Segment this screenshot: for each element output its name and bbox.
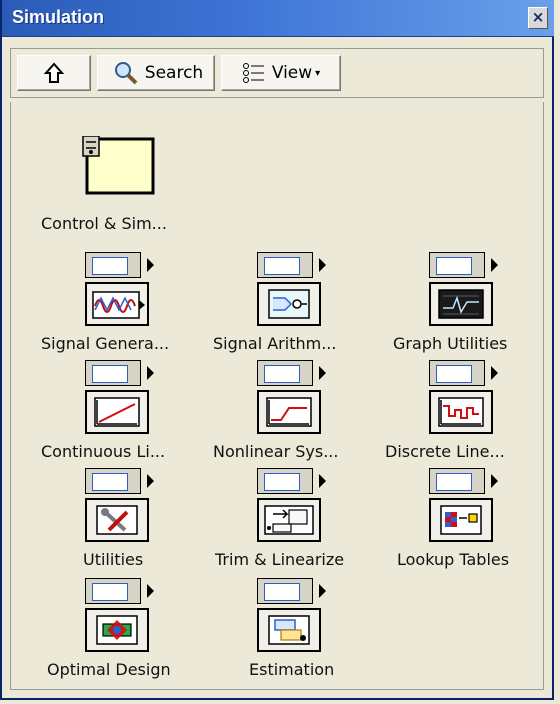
- subpalette-folder-icon: [257, 360, 326, 386]
- title-bar[interactable]: Simulation ×: [2, 0, 554, 37]
- view-menu-button[interactable]: View ▾: [221, 55, 341, 91]
- subpalette-folder-icon: [85, 252, 154, 278]
- trim-linearize-icon: [264, 505, 314, 535]
- chevron-down-icon: ▾: [315, 67, 321, 79]
- subpalette-folder-icon: [85, 360, 154, 386]
- subpalette-folder-icon: [85, 468, 154, 494]
- discrete-linear-icon: [438, 397, 484, 427]
- palette-item-label: Nonlinear Sys...: [213, 442, 339, 461]
- lookup-tables-icon: [440, 505, 482, 535]
- palette-item-label: Estimation: [249, 660, 335, 679]
- search-button[interactable]: Search: [97, 55, 215, 91]
- palette-item-label: Continuous Li...: [41, 442, 166, 461]
- palette-canvas: Control & Sim... Signal Genera... Signal…: [10, 102, 544, 690]
- signal-generation-icon: [92, 291, 145, 319]
- simulation-palette-window: Simulation × Search View ▾ Control & Sim…: [0, 0, 554, 700]
- subpalette-folder-icon: [429, 360, 498, 386]
- palette-item-label: Optimal Design: [47, 660, 171, 679]
- search-label: Search: [144, 63, 204, 83]
- subpalette-folder-icon: [429, 468, 498, 494]
- up-arrow-icon: [43, 62, 65, 83]
- window-title: Simulation: [12, 7, 105, 27]
- view-label: View: [271, 63, 313, 83]
- palette-item-label: Control & Sim...: [41, 214, 167, 233]
- palette-item-label: Utilities: [83, 550, 144, 569]
- continuous-linear-icon: [94, 397, 140, 427]
- nonlinear-systems-icon: [266, 397, 312, 427]
- palette-item-label: Signal Genera...: [41, 334, 170, 353]
- up-level-button[interactable]: [17, 55, 91, 91]
- subpalette-folder-icon: [257, 468, 326, 494]
- palette-item-label: Discrete Line...: [385, 442, 505, 461]
- estimation-icon: [268, 615, 310, 645]
- palette-item-label: Graph Utilities: [393, 334, 508, 353]
- graph-utilities-icon: [438, 289, 484, 319]
- subpalette-folder-icon: [257, 578, 326, 604]
- optimal-design-icon: [96, 615, 138, 645]
- subpalette-folder-icon: [257, 252, 326, 278]
- signal-arithmetic-icon: [268, 289, 310, 319]
- view-list-icon: [242, 63, 264, 83]
- subpalette-folder-icon: [429, 252, 498, 278]
- palette-item-label: Lookup Tables: [397, 550, 510, 569]
- palette-item-label: Signal Arithm...: [213, 334, 337, 353]
- control-sim-loop-icon: [82, 136, 155, 195]
- palette-item-label: Trim & Linearize: [215, 550, 345, 569]
- palette-toolbar: Search View ▾: [10, 48, 544, 98]
- utilities-icon: [96, 505, 138, 535]
- close-icon[interactable]: ×: [528, 7, 548, 29]
- search-icon: [114, 62, 138, 85]
- subpalette-folder-icon: [85, 578, 154, 604]
